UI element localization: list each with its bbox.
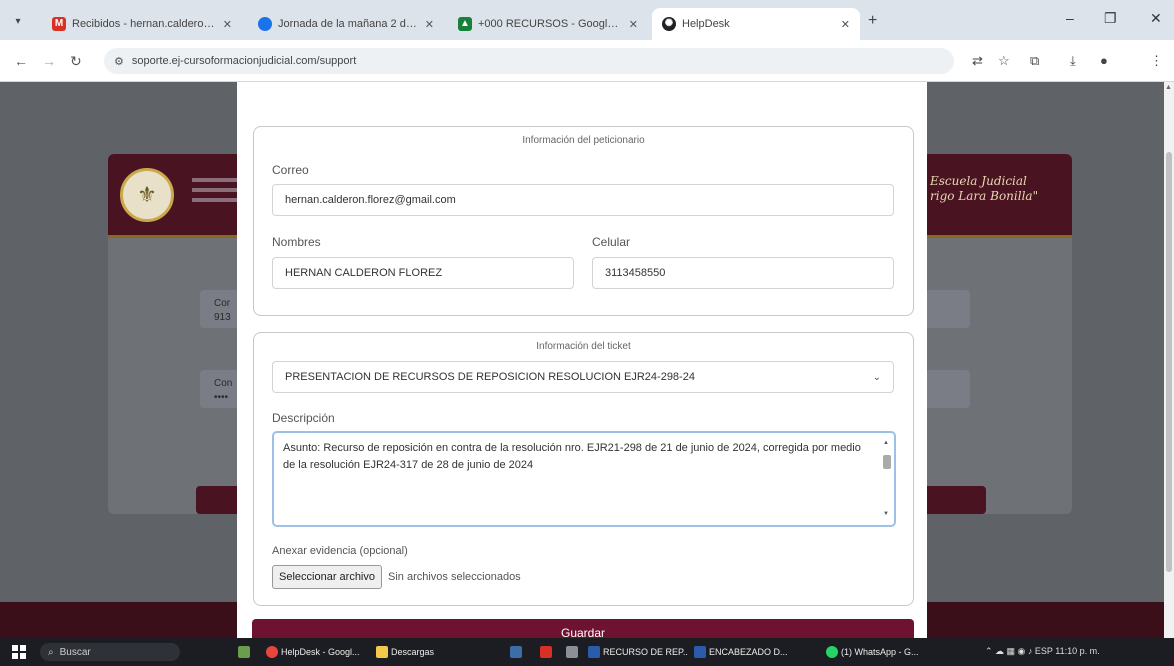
- new-tab-icon[interactable]: +: [868, 12, 877, 30]
- close-tab-icon[interactable]: ✕: [629, 18, 638, 31]
- keyboard-language: ESP: [1034, 646, 1053, 656]
- tab-search-icon[interactable]: ▾: [8, 12, 28, 32]
- names-field[interactable]: HERNAN CALDERON FLOREZ: [272, 257, 574, 289]
- taskbar-item-whatsapp[interactable]: (1) WhatsApp - G...: [826, 643, 930, 661]
- close-tab-icon[interactable]: ✕: [841, 18, 850, 31]
- bg-value: ••••: [214, 392, 229, 403]
- ticket-type-select[interactable]: PRESENTACION DE RECURSOS DE REPOSICION R…: [272, 361, 894, 393]
- description-textarea[interactable]: Asunto: Recurso de reposición en contra …: [272, 431, 896, 527]
- close-tab-icon[interactable]: ✕: [425, 18, 434, 31]
- tab-title: HelpDesk: [682, 18, 730, 30]
- blue-drop-icon: [258, 17, 272, 31]
- search-placeholder: Buscar: [59, 646, 91, 658]
- translate-icon[interactable]: ⇄: [972, 53, 983, 69]
- back-icon[interactable]: ←: [14, 53, 28, 69]
- pdf-icon[interactable]: [540, 643, 554, 661]
- email-label: Correo: [272, 163, 309, 177]
- file-input: Seleccionar archivo Sin archivos selecci…: [272, 565, 521, 589]
- tab-title: Jornada de la mañana 2 de jun: [278, 18, 419, 30]
- helpdesk-icon: ✺: [662, 17, 676, 31]
- close-window-icon[interactable]: ✕: [1150, 10, 1162, 27]
- tab-gmail[interactable]: M Recibidos - hernan.calderon.fl ✕: [42, 8, 242, 40]
- system-tray[interactable]: ⌃ ☁ ▦ ◉ ♪ ESP 11:10 p. m.: [985, 646, 1100, 657]
- whatsapp-icon: [826, 646, 838, 658]
- pin-icon[interactable]: [566, 643, 580, 661]
- drive-icon: ▲: [458, 17, 472, 31]
- chevron-down-icon: ⌄: [872, 371, 881, 383]
- reload-icon[interactable]: ↻: [70, 53, 82, 70]
- page-scrollbar[interactable]: ▲: [1164, 82, 1174, 638]
- bg-value: 913: [214, 312, 231, 323]
- ticket-fieldset: Información del ticket PRESENTACION DE R…: [253, 332, 914, 606]
- windows-start-icon[interactable]: [12, 645, 26, 659]
- taskbar-search-box[interactable]: ⌕ Buscar: [40, 643, 180, 661]
- folder-icon: [376, 646, 388, 658]
- extensions-icon[interactable]: ⧉: [1030, 53, 1039, 69]
- names-label: Nombres: [272, 235, 321, 249]
- word-icon: [694, 646, 706, 658]
- school-title: Escuela Judicial rigo Lara Bonilla": [930, 174, 1039, 203]
- restore-icon[interactable]: ❐: [1104, 10, 1117, 27]
- forward-icon[interactable]: →: [42, 53, 56, 69]
- phone-field[interactable]: 3113458550: [592, 257, 894, 289]
- tab-drive[interactable]: ▲ +000 RECURSOS - Google Dri ✕: [448, 8, 648, 40]
- taskbar-item-helpdesk[interactable]: HelpDesk - Googl...: [266, 643, 370, 661]
- requester-legend: Información del peticionario: [522, 135, 645, 146]
- chrome-icon: [266, 646, 278, 658]
- taskbar-item-encabezado[interactable]: ENCABEZADO D...: [694, 643, 794, 661]
- url-text: soporte.ej-cursoformacionjudicial.com/su…: [131, 55, 357, 67]
- gmail-icon: M: [52, 17, 66, 31]
- bookmark-star-icon[interactable]: ☆: [998, 53, 1010, 69]
- download-icon[interactable]: ⤓: [1070, 53, 1076, 69]
- taskbar-item-recurso[interactable]: RECURSO DE REP...: [588, 643, 688, 661]
- choose-file-button[interactable]: Seleccionar archivo: [272, 565, 382, 589]
- windows-taskbar: ⌕ Buscar HelpDesk - Googl... Descargas R…: [0, 638, 1174, 666]
- browser-tab-bar: ▾ M Recibidos - hernan.calderon.fl ✕ Jor…: [0, 0, 1174, 40]
- scrollbar-thumb[interactable]: [1166, 152, 1172, 572]
- ticket-legend: Información del ticket: [536, 341, 631, 352]
- close-tab-icon[interactable]: ✕: [223, 18, 232, 31]
- file-status-text: Sin archivos seleccionados: [388, 571, 521, 583]
- bg-label: Cor: [214, 298, 231, 309]
- search-icon: ⌕: [48, 646, 54, 658]
- tab-jornada[interactable]: Jornada de la mañana 2 de jun ✕: [248, 8, 444, 40]
- email-field[interactable]: hernan.calderon.florez@gmail.com: [272, 184, 894, 216]
- scroll-up-icon[interactable]: ▲: [883, 435, 889, 452]
- attach-label: Anexar evidencia (opcional): [272, 545, 408, 557]
- textarea-scrollbar[interactable]: ▲ ▼: [882, 435, 892, 523]
- bg-label: Con: [214, 378, 233, 389]
- description-label: Descripción: [272, 411, 335, 425]
- address-bar: ← → ↻ ⚙ soporte.ej-cursoformacionjudicia…: [0, 40, 1174, 82]
- scroll-up-icon[interactable]: ▲: [1165, 84, 1172, 91]
- word-icon: [588, 646, 600, 658]
- url-omnibox[interactable]: ⚙ soporte.ej-cursoformacionjudicial.com/…: [104, 48, 954, 74]
- minimize-icon[interactable]: –: [1066, 10, 1074, 26]
- menu-kebab-icon[interactable]: ⋮: [1150, 53, 1163, 69]
- coat-of-arms-logo: ⚜: [120, 168, 174, 222]
- textarea-scroll-thumb[interactable]: [883, 455, 891, 469]
- ticket-type-value: PRESENTACION DE RECURSOS DE REPOSICION R…: [285, 371, 695, 383]
- site-info-icon[interactable]: ⚙: [114, 55, 124, 68]
- requester-fieldset: Información del peticionario Correo hern…: [253, 126, 914, 316]
- profile-avatar-icon[interactable]: ●: [1100, 53, 1108, 68]
- clock: 11:10 p. m.: [1055, 646, 1100, 656]
- tray-icons: ⌃ ☁ ▦ ◉ ♪: [985, 646, 1035, 656]
- widgets-icon[interactable]: [238, 643, 256, 661]
- scroll-down-icon[interactable]: ▼: [883, 506, 889, 523]
- tab-helpdesk[interactable]: ✺ HelpDesk ✕: [652, 8, 860, 40]
- description-text: Asunto: Recurso de reposición en contra …: [283, 442, 861, 471]
- tab-title: Recibidos - hernan.calderon.fl: [72, 18, 217, 30]
- support-ticket-modal: Información del peticionario Correo hern…: [237, 82, 927, 651]
- institution-text-lines: [192, 178, 242, 208]
- phone-label: Celular: [592, 235, 631, 249]
- tab-title: +000 RECURSOS - Google Dri: [478, 18, 623, 30]
- taskbar-app-icon[interactable]: [510, 643, 524, 661]
- taskbar-item-downloads[interactable]: Descargas: [376, 643, 446, 661]
